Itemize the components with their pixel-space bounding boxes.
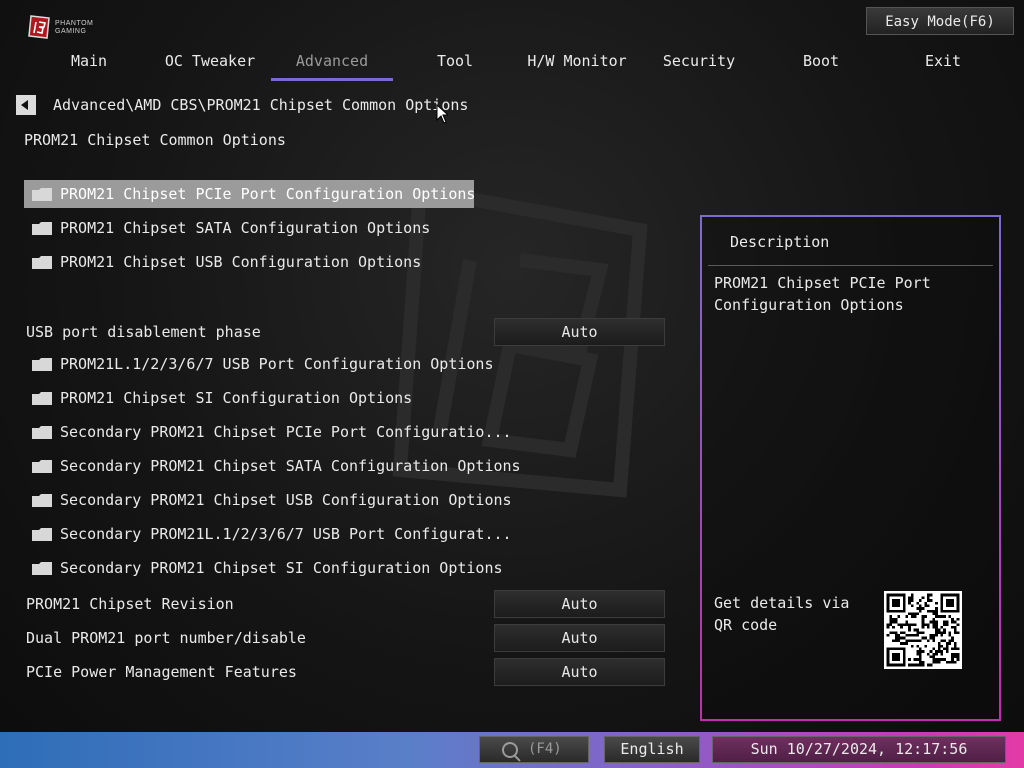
menu-item-secondary-pcie[interactable]: Secondary PROM21 Chipset PCIe Port Confi… [24, 418, 512, 446]
tab-exit[interactable]: Exit [882, 50, 1004, 78]
menu-item-secondary-prom21l-usb[interactable]: Secondary PROM21L.1/2/3/6/7 USB Port Con… [24, 520, 512, 548]
menu-item-secondary-sata[interactable]: Secondary PROM21 Chipset SATA Configurat… [24, 452, 521, 480]
menu-item-label: PROM21 Chipset PCIe Port Configuration O… [60, 185, 476, 203]
menu-item-sata-config[interactable]: PROM21 Chipset SATA Configuration Option… [24, 214, 474, 242]
folder-icon [32, 392, 52, 405]
menu-item-pcie-port-config[interactable]: PROM21 Chipset PCIe Port Configuration O… [24, 180, 476, 208]
menu-item-usb-config[interactable]: PROM21 Chipset USB Configuration Options [24, 248, 474, 276]
folder-icon [32, 256, 52, 269]
easy-mode-button[interactable]: Easy Mode(F6) [866, 7, 1014, 35]
menu-item-label: PROM21 Chipset SI Configuration Options [60, 389, 413, 407]
brand-line2: GAMING [55, 28, 87, 35]
menu-item-label: Secondary PROM21 Chipset USB Configurati… [60, 491, 512, 509]
folder-icon [32, 188, 52, 201]
brand-logo-mark [28, 15, 50, 39]
menu-item-label: Secondary PROM21 Chipset SI Configuratio… [60, 559, 503, 577]
qr-caption: Get details via QR code [714, 594, 850, 634]
tab-hw-monitor[interactable]: H/W Monitor [516, 50, 638, 78]
chipset-revision-value[interactable]: Auto [494, 590, 665, 618]
tab-main[interactable]: Main [28, 50, 150, 78]
folder-icon [32, 460, 52, 473]
folder-icon [32, 562, 52, 575]
brand-text: PHANTOM GAMING [55, 20, 93, 36]
description-divider [708, 265, 993, 266]
language-button[interactable]: English [604, 736, 700, 763]
usb-disablement-label: USB port disablement phase [26, 323, 261, 341]
folder-icon [32, 426, 52, 439]
description-panel: Description PROM21 Chipset PCIe Port Con… [700, 215, 1001, 721]
description-text: PROM21 Chipset PCIe Port Configuration O… [714, 274, 931, 314]
brand-logo: PHANTOM GAMING [28, 14, 108, 42]
dual-prom21-value[interactable]: Auto [494, 624, 665, 652]
folder-icon [32, 358, 52, 371]
mouse-cursor-icon [436, 104, 448, 124]
menu-item-label: PROM21 Chipset USB Configuration Options [60, 253, 422, 271]
breadcrumb: Advanced\AMD CBS\PROM21 Chipset Common O… [53, 96, 469, 114]
tab-advanced[interactable]: Advanced [271, 50, 393, 81]
search-key-label: (F4) [528, 741, 562, 757]
brand-line1: PHANTOM [55, 20, 94, 27]
pcie-power-mgmt-value[interactable]: Auto [494, 658, 665, 686]
tab-oc-tweaker[interactable]: OC Tweaker [149, 50, 271, 78]
menu-item-label: Secondary PROM21L.1/2/3/6/7 USB Port Con… [60, 525, 512, 543]
description-title: Description [730, 233, 830, 251]
folder-icon [32, 494, 52, 507]
pcie-power-mgmt-label: PCIe Power Management Features [26, 663, 297, 681]
menu-item-label: PROM21 Chipset SATA Configuration Option… [60, 219, 431, 237]
chipset-revision-label: PROM21 Chipset Revision [26, 595, 234, 613]
menu-item-secondary-usb[interactable]: Secondary PROM21 Chipset USB Configurati… [24, 486, 512, 514]
menu-item-secondary-si[interactable]: Secondary PROM21 Chipset SI Configuratio… [24, 554, 503, 582]
section-title: PROM21 Chipset Common Options [24, 131, 286, 149]
back-arrow-icon[interactable] [16, 95, 36, 115]
menu-item-label: Secondary PROM21 Chipset PCIe Port Confi… [60, 423, 512, 441]
folder-icon [32, 222, 52, 235]
tab-boot[interactable]: Boot [760, 50, 882, 78]
menu-item-label: Secondary PROM21 Chipset SATA Configurat… [60, 457, 521, 475]
folder-icon [32, 528, 52, 541]
menu-item-si-config[interactable]: PROM21 Chipset SI Configuration Options [24, 384, 474, 412]
status-bar: (F4) English Sun 10/27/2024, 12:17:56 [0, 732, 1024, 768]
menu-item-label: PROM21L.1/2/3/6/7 USB Port Configuration… [60, 355, 494, 373]
qr-code [884, 591, 962, 669]
search-button[interactable]: (F4) [479, 736, 589, 763]
tab-tool[interactable]: Tool [394, 50, 516, 78]
datetime-display: Sun 10/27/2024, 12:17:56 [712, 736, 1006, 763]
dual-prom21-label: Dual PROM21 port number/disable [26, 629, 306, 647]
search-icon [502, 742, 518, 758]
menu-item-prom21l-usb-port[interactable]: PROM21L.1/2/3/6/7 USB Port Configuration… [24, 350, 493, 378]
main-tabs: Main OC Tweaker Advanced Tool H/W Monito… [28, 50, 1008, 81]
usb-disablement-value[interactable]: Auto [494, 318, 665, 346]
tab-security[interactable]: Security [638, 50, 760, 78]
